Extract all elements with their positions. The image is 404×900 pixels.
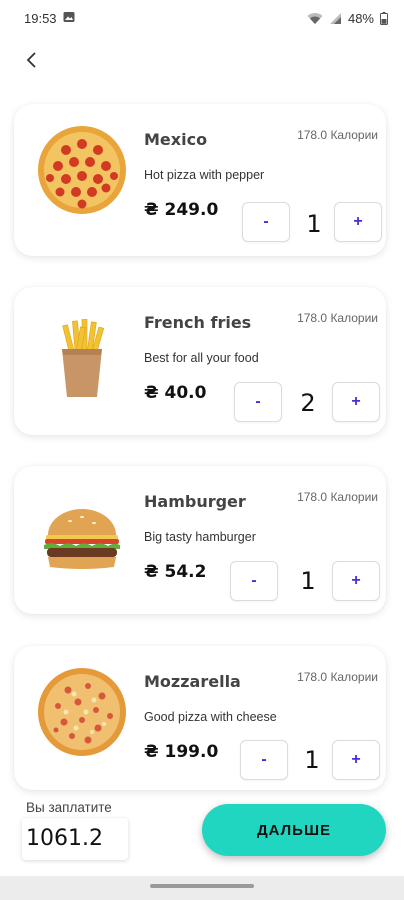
cart-item-french-fries: French fries 178.0 Калории Best for all … xyxy=(14,287,386,435)
quantity-value: 2 xyxy=(300,389,316,417)
increase-quantity-button[interactable]: + xyxy=(334,202,382,242)
increase-quantity-button[interactable]: + xyxy=(332,740,380,780)
cart-item-hamburger: Hamburger 178.0 Калории Big tasty hambur… xyxy=(14,466,386,614)
back-button[interactable] xyxy=(20,48,44,72)
item-description: Best for all your food xyxy=(144,351,259,365)
item-price: ₴ 40.0 xyxy=(144,383,207,403)
wifi-icon xyxy=(307,12,323,25)
increase-quantity-button[interactable]: + xyxy=(332,561,380,601)
decrease-quantity-button[interactable]: - xyxy=(240,740,288,780)
pay-label: Вы заплатите xyxy=(26,800,112,815)
cart-item-mozzarella: Mozzarella 178.0 Калории Good pizza with… xyxy=(14,646,386,790)
status-bar: 19:53 48% xyxy=(0,0,404,36)
hamburger-icon xyxy=(36,492,128,584)
item-name: French fries xyxy=(144,313,252,332)
item-name: Hamburger xyxy=(144,492,246,511)
french-fries-icon xyxy=(36,313,128,405)
decrease-quantity-button[interactable]: - xyxy=(234,382,282,422)
item-description: Good pizza with cheese xyxy=(144,710,277,724)
total-amount: 1061.2 xyxy=(22,818,128,860)
system-nav-bar xyxy=(0,876,404,900)
home-gesture-handle[interactable] xyxy=(150,884,254,888)
pepperoni-pizza-icon xyxy=(36,124,128,216)
item-price: ₴ 249.0 xyxy=(144,200,219,220)
cheese-pizza-icon xyxy=(36,666,128,758)
item-calories: 178.0 Калории xyxy=(297,490,378,504)
gallery-icon xyxy=(63,11,75,26)
decrease-quantity-button[interactable]: - xyxy=(230,561,278,601)
item-name: Mozzarella xyxy=(144,672,241,691)
status-time: 19:53 xyxy=(24,10,57,26)
item-calories: 178.0 Калории xyxy=(297,128,378,142)
battery-icon xyxy=(380,11,388,25)
increase-quantity-button[interactable]: + xyxy=(332,382,380,422)
quantity-value: 1 xyxy=(306,210,322,238)
battery-percent: 48% xyxy=(347,10,374,26)
signal-icon xyxy=(329,12,342,25)
item-calories: 178.0 Калории xyxy=(297,670,378,684)
item-calories: 178.0 Калории xyxy=(297,311,378,325)
item-price: ₴ 199.0 xyxy=(144,742,219,762)
cart-item-mexico: Mexico 178.0 Калории Hot pizza with pepp… xyxy=(14,104,386,256)
chevron-left-icon xyxy=(26,52,36,68)
quantity-value: 1 xyxy=(300,567,316,595)
item-price: ₴ 54.2 xyxy=(144,562,207,582)
decrease-quantity-button[interactable]: - xyxy=(242,202,290,242)
item-description: Big tasty hamburger xyxy=(144,530,256,544)
next-button[interactable]: ДАЛЬШЕ xyxy=(202,804,386,856)
item-name: Mexico xyxy=(144,130,208,149)
quantity-value: 1 xyxy=(304,746,320,774)
item-description: Hot pizza with pepper xyxy=(144,168,265,182)
